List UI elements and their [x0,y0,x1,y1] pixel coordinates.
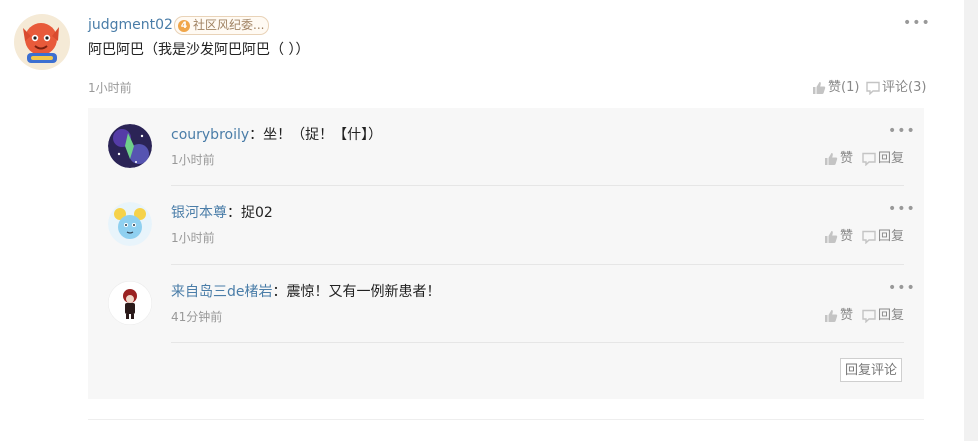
reply-reply-button[interactable]: 回复 [862,229,904,245]
reply-reply-button[interactable]: 回复 [862,308,904,324]
reply-like-button[interactable]: 赞 [824,308,853,324]
like-label: 赞 [840,229,854,244]
reply-label: 回复 [878,229,905,244]
more-options-icon[interactable]: ••• [903,16,931,30]
reply-label: 回复 [878,151,905,166]
reply-content: ：坐！（捉！【什】） [249,127,383,143]
main-comment-time: 1小时前 [88,81,132,95]
thumbs-up-icon [812,81,826,95]
user-rank-badge: 4 社区风纪委... [174,16,270,35]
like-label: 赞 [840,308,854,323]
reply-body: 银河本尊：捉02 [171,202,273,223]
main-comment-username[interactable]: judgment02 [88,15,173,35]
comment-button[interactable]: 评论(3) [866,80,926,96]
reply-avatar[interactable] [108,281,152,325]
reply-time: 1小时前 [171,231,215,245]
thumbs-up-icon [824,230,838,244]
reply-avatar[interactable] [108,124,152,168]
main-comment-text: 阿巴阿巴（我是沙发阿巴阿巴（ ）） [88,42,310,58]
comment-bubble-icon [866,81,880,95]
like-label: 赞 [840,151,854,166]
reply-more-icon[interactable]: ••• [888,202,916,216]
reply-label: 回复 [878,308,905,323]
comment-bubble-icon [862,230,876,244]
thumbs-up-icon [824,152,838,166]
scrollbar-track[interactable] [964,0,978,441]
reply-time: 1小时前 [171,153,215,167]
reply-time: 41分钟前 [171,310,223,324]
reply-username[interactable]: 来自岛三de楮岩 [171,284,273,300]
main-comment-avatar[interactable] [14,14,70,70]
reply-more-icon[interactable]: ••• [888,281,916,295]
thumbs-up-icon [824,309,838,323]
comment-count-label: 评论(3) [882,80,927,95]
reply-username[interactable]: courybroily [171,127,249,143]
reply-content: ：震惊！又有一例新患者！ [272,284,441,300]
reply-content: ：捉02 [227,205,273,221]
reply-like-button[interactable]: 赞 [824,151,853,167]
comment-bubble-icon [862,309,876,323]
reply-username[interactable]: 银河本尊 [171,205,227,221]
reply-reply-button[interactable]: 回复 [862,151,904,167]
reply-divider [171,264,904,265]
reply-more-icon[interactable]: ••• [888,124,916,138]
reply-body: courybroily：坐！（捉！【什】） [171,124,382,145]
reply-divider [171,185,904,186]
reply-avatar[interactable] [108,202,152,246]
reply-body: 来自岛三de楮岩：震惊！又有一例新患者！ [171,281,441,302]
like-button[interactable]: 赞(1) [812,80,859,96]
comment-divider [88,419,924,420]
reply-divider [171,342,904,343]
badge-label: 社区风纪委... [193,18,265,32]
badge-level-icon: 4 [178,19,190,32]
like-count-label: 赞(1) [828,80,860,95]
reply-comment-button[interactable]: 回复评论 [840,358,902,382]
reply-like-button[interactable]: 赞 [824,229,853,245]
comment-bubble-icon [862,152,876,166]
